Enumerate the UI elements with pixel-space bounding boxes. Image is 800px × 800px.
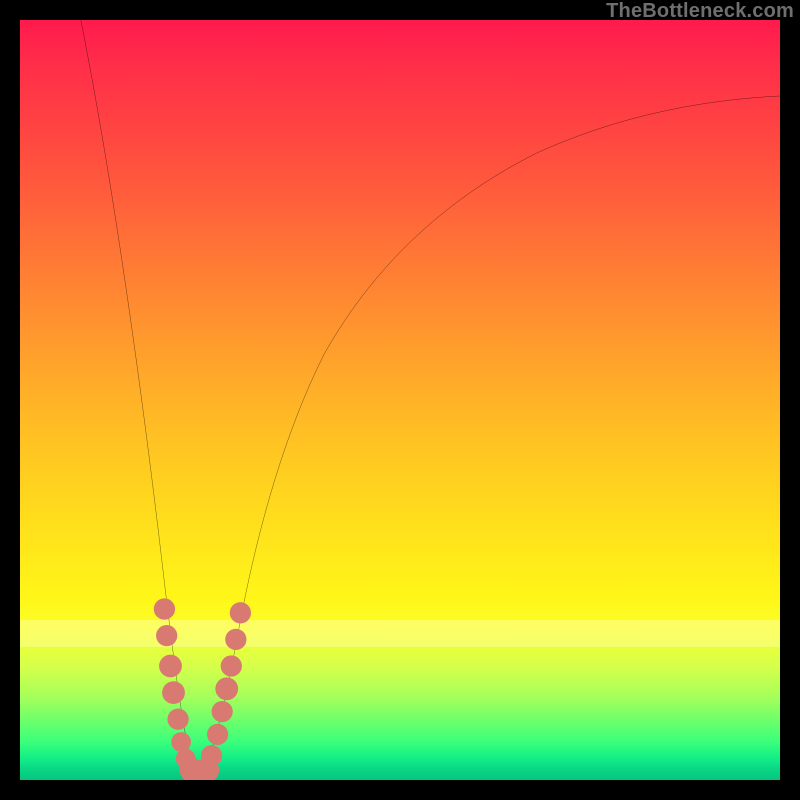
marker-dots <box>154 598 251 780</box>
dot <box>171 732 191 752</box>
dot <box>207 724 228 745</box>
dot <box>221 655 242 676</box>
dot <box>230 602 251 623</box>
bottleneck-curves <box>81 20 780 774</box>
dot <box>162 681 185 704</box>
curve-layer <box>20 20 780 780</box>
curve-right-branch <box>202 96 780 774</box>
dot <box>154 598 175 619</box>
dot <box>159 655 182 678</box>
watermark-text: TheBottleneck.com <box>606 0 794 23</box>
dot <box>215 677 238 700</box>
chart-frame: TheBottleneck.com <box>0 0 800 800</box>
dot <box>212 701 233 722</box>
plot-area <box>20 20 780 780</box>
dot <box>156 625 177 646</box>
dot <box>225 629 246 650</box>
dot <box>201 745 222 766</box>
dot <box>167 709 188 730</box>
